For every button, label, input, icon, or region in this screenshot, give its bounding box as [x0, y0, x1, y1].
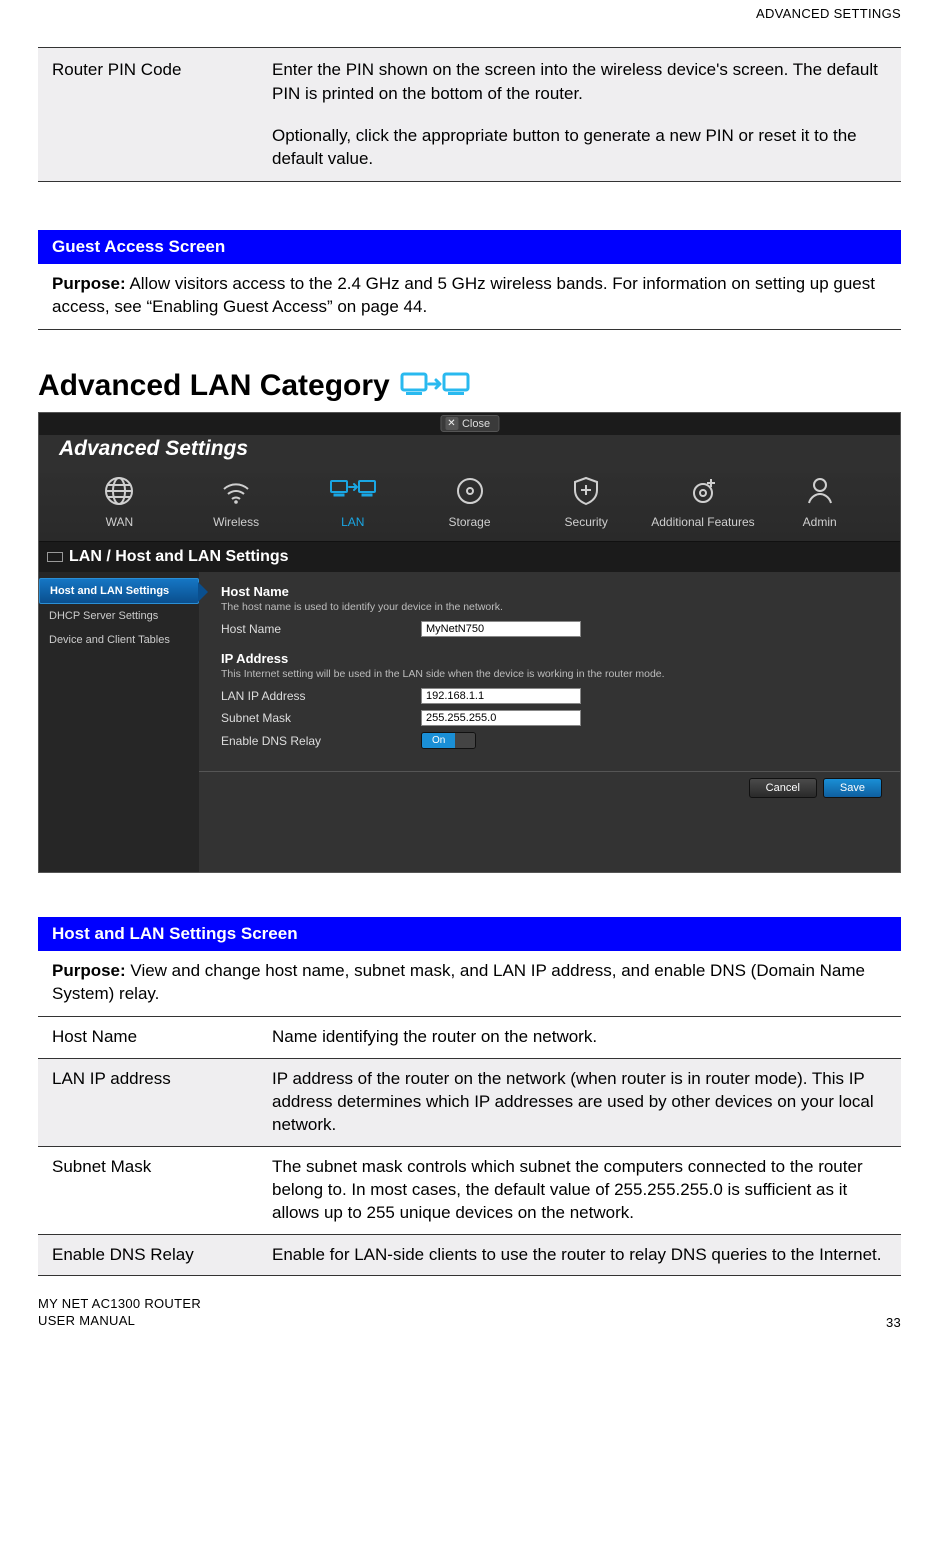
- subnet-input[interactable]: [421, 710, 581, 726]
- close-label: Close: [462, 418, 490, 430]
- desc-key: Subnet Mask: [38, 1146, 258, 1234]
- purpose-text: Allow visitors access to the 2.4 GHz and…: [52, 274, 875, 316]
- sidebar-item-dhcp[interactable]: DHCP Server Settings: [39, 604, 199, 628]
- lanip-input[interactable]: [421, 688, 581, 704]
- cat-wan[interactable]: WAN: [61, 473, 178, 531]
- guest-access-banner: Guest Access Screen: [38, 230, 901, 264]
- lan-small-icon: [328, 473, 378, 509]
- guest-access-body: Purpose: Allow visitors access to the 2.…: [38, 264, 901, 330]
- cat-admin[interactable]: Admin: [761, 473, 878, 531]
- desc-key: LAN IP address: [38, 1058, 258, 1146]
- table-row: Host Name Name identifying the router on…: [38, 1017, 901, 1058]
- purpose-label-2: Purpose:: [52, 961, 126, 980]
- table-row: Subnet Mask The subnet mask controls whi…: [38, 1146, 901, 1234]
- footer-line2: USER MANUAL: [38, 1313, 201, 1330]
- desc-key: Enable DNS Relay: [38, 1234, 258, 1276]
- purpose-text-2: View and change host name, subnet mask, …: [52, 961, 865, 1003]
- sidebar-item-device-client[interactable]: Device and Client Tables: [39, 628, 199, 652]
- table-row: LAN IP address IP address of the router …: [38, 1058, 901, 1146]
- footer-line1: MY NET AC1300 ROUTER: [38, 1296, 201, 1313]
- dnsrelay-toggle[interactable]: On: [421, 732, 476, 749]
- close-icon: ✕: [445, 417, 458, 430]
- desc-val: The subnet mask controls which subnet th…: [258, 1146, 901, 1234]
- save-button[interactable]: Save: [823, 778, 882, 798]
- cat-additional[interactable]: Additional Features: [645, 473, 762, 531]
- host-lan-body: Purpose: View and change host name, subn…: [38, 951, 901, 1017]
- dnsrelay-label: Enable DNS Relay: [221, 734, 421, 748]
- purpose-label: Purpose:: [52, 274, 126, 293]
- gear-plus-icon: [685, 473, 721, 509]
- desc-table: Host Name Name identifying the router on…: [38, 1017, 901, 1277]
- cat-lan[interactable]: LAN: [294, 473, 411, 531]
- router-pin-desc: Enter the PIN shown on the screen into t…: [258, 48, 901, 182]
- sidebar-item-host-lan[interactable]: Host and LAN Settings: [39, 578, 199, 604]
- cat-lan-label: LAN: [341, 515, 364, 529]
- router-ui-screenshot: ✕ Close Advanced Settings WAN Wireless: [38, 412, 901, 873]
- hostname-label: Host Name: [221, 622, 421, 636]
- storage-icon: [452, 473, 488, 509]
- lanip-label: LAN IP Address: [221, 689, 421, 703]
- hostname-input[interactable]: [421, 621, 581, 637]
- cat-storage-label: Storage: [449, 515, 491, 529]
- group-hostname-title: Host Name: [221, 584, 882, 599]
- main-panel: Host Name The host name is used to ident…: [199, 572, 900, 872]
- router-pin-table: Router PIN Code Enter the PIN shown on t…: [38, 47, 901, 182]
- toggle-on: On: [422, 733, 455, 748]
- desc-key: Host Name: [38, 1017, 258, 1058]
- shield-icon: [568, 473, 604, 509]
- cancel-button[interactable]: Cancel: [749, 778, 817, 798]
- host-lan-banner: Host and LAN Settings Screen: [38, 917, 901, 951]
- group-ip-hint: This Internet setting will be used in th…: [221, 668, 882, 680]
- page-number: 33: [886, 1315, 901, 1330]
- wifi-icon: [218, 473, 254, 509]
- cat-additional-label: Additional Features: [651, 515, 754, 529]
- globe-icon: [101, 473, 137, 509]
- router-pin-desc-p2: Optionally, click the appropriate button…: [272, 124, 887, 172]
- page-footer: MY NET AC1300 ROUTER USER MANUAL 33: [38, 1296, 901, 1330]
- subnet-label: Subnet Mask: [221, 711, 421, 725]
- panel-title: Advanced Settings: [39, 435, 900, 473]
- desc-val: Name identifying the router on the netwo…: [258, 1017, 901, 1058]
- desc-val: IP address of the router on the network …: [258, 1058, 901, 1146]
- table-row: Enable DNS Relay Enable for LAN-side cli…: [38, 1234, 901, 1276]
- cat-wireless[interactable]: Wireless: [178, 473, 295, 531]
- close-bar: ✕ Close: [39, 413, 900, 435]
- desc-val: Enable for LAN-side clients to use the r…: [258, 1234, 901, 1276]
- sidebar: Host and LAN Settings DHCP Server Settin…: [39, 572, 199, 872]
- router-pin-label: Router PIN Code: [38, 48, 258, 182]
- person-icon: [802, 473, 838, 509]
- cat-security[interactable]: Security: [528, 473, 645, 531]
- running-header: ADVANCED SETTINGS: [38, 6, 901, 21]
- section-heading: Advanced LAN Category: [38, 368, 901, 404]
- category-nav: WAN Wireless LAN Storage: [39, 473, 900, 542]
- cat-wan-label: WAN: [106, 515, 134, 529]
- section-heading-text: Advanced LAN Category: [38, 369, 390, 403]
- cat-wireless-label: Wireless: [213, 515, 259, 529]
- lan-subheading: LAN / Host and LAN Settings: [39, 542, 900, 572]
- group-hostname-hint: The host name is used to identify your d…: [221, 601, 882, 613]
- toggle-off: [455, 733, 475, 748]
- close-button[interactable]: ✕ Close: [440, 415, 499, 432]
- group-ip-title: IP Address: [221, 651, 882, 666]
- cat-storage[interactable]: Storage: [411, 473, 528, 531]
- cat-security-label: Security: [565, 515, 608, 529]
- lan-icon: [400, 368, 470, 404]
- cat-admin-label: Admin: [803, 515, 837, 529]
- router-pin-desc-p1: Enter the PIN shown on the screen into t…: [272, 58, 887, 106]
